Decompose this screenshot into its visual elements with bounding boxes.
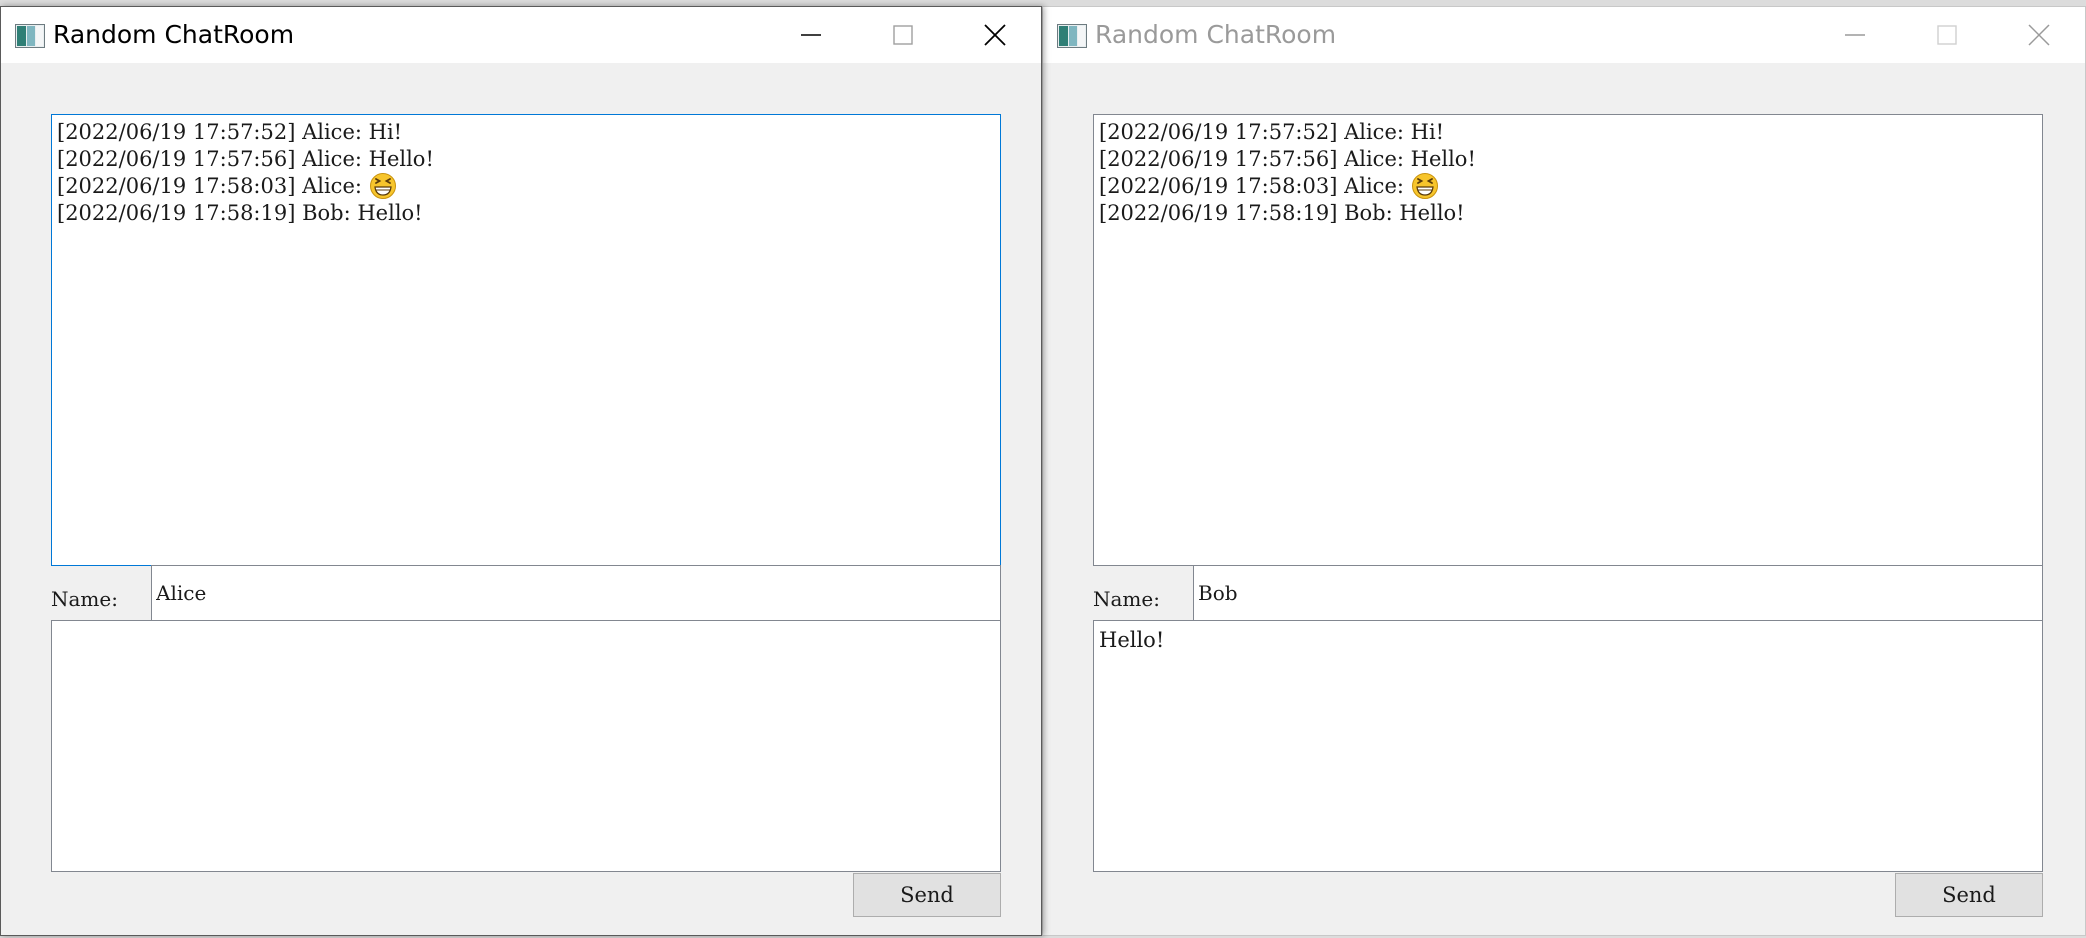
chat-message-text: [2022/06/19 17:57:56] Alice: Hello! — [57, 147, 434, 171]
maximize-button[interactable] — [1901, 7, 1993, 63]
app-icon — [15, 24, 45, 48]
grinning-squinting-face-icon — [369, 172, 396, 199]
chat-log[interactable]: [2022/06/19 17:57:52] Alice: Hi! [2022/0… — [1093, 114, 2043, 566]
window-title: Random ChatRoom — [53, 20, 295, 49]
chat-message: [2022/06/19 17:57:52] Alice: Hi! — [57, 119, 995, 146]
close-button[interactable] — [1993, 7, 2085, 63]
name-label: Name: — [1093, 587, 1160, 611]
name-input[interactable] — [151, 565, 1001, 621]
close-icon — [984, 24, 1006, 46]
minimize-icon — [801, 34, 821, 36]
title-bar[interactable]: Random ChatRoom — [1043, 7, 2085, 63]
chat-message-text: [2022/06/19 17:58:19] Bob: Hello! — [57, 201, 423, 225]
chat-message: [2022/06/19 17:58:03] Alice: — [57, 172, 995, 200]
send-button[interactable]: Send — [853, 873, 1001, 917]
chat-message: [2022/06/19 17:57:52] Alice: Hi! — [1099, 119, 2037, 146]
minimize-button[interactable] — [1809, 7, 1901, 63]
minimize-icon — [1845, 34, 1865, 36]
app-icon — [1057, 24, 1087, 48]
close-button[interactable] — [949, 7, 1041, 63]
chat-log[interactable]: [2022/06/19 17:57:52] Alice: Hi! [2022/0… — [51, 114, 1001, 566]
grinning-squinting-face-icon — [1411, 172, 1438, 199]
name-input[interactable] — [1193, 565, 2043, 621]
maximize-icon — [893, 25, 913, 45]
chat-window-alice: Random ChatRoom [2022/06/19 17:57:52] Al… — [0, 6, 1042, 936]
message-input[interactable]: Hello! — [1093, 620, 2043, 872]
minimize-button[interactable] — [765, 7, 857, 63]
title-bar[interactable]: Random ChatRoom — [1, 7, 1041, 63]
chat-message: [2022/06/19 17:57:56] Alice: Hello! — [1099, 146, 2037, 173]
maximize-icon — [1937, 25, 1957, 45]
chat-message: [2022/06/19 17:57:56] Alice: Hello! — [57, 146, 995, 173]
chat-message: [2022/06/19 17:58:19] Bob: Hello! — [57, 200, 995, 227]
chat-message-text: [2022/06/19 17:57:52] Alice: Hi! — [57, 120, 403, 144]
message-input[interactable] — [51, 620, 1001, 872]
maximize-button[interactable] — [857, 7, 949, 63]
chat-message-text: [2022/06/19 17:57:52] Alice: Hi! — [1099, 120, 1445, 144]
chat-message: [2022/06/19 17:58:19] Bob: Hello! — [1099, 200, 2037, 227]
close-icon — [2028, 24, 2050, 46]
chat-message-text: [2022/06/19 17:58:19] Bob: Hello! — [1099, 201, 1465, 225]
window-title: Random ChatRoom — [1095, 20, 1337, 49]
send-button[interactable]: Send — [1895, 873, 2043, 917]
name-label: Name: — [51, 587, 118, 611]
chat-window-bob: Random ChatRoom [2022/06/19 17:57:52] Al… — [1042, 6, 2086, 936]
chat-message-text: [2022/06/19 17:58:03] Alice: — [1099, 174, 1411, 198]
chat-message-text: [2022/06/19 17:57:56] Alice: Hello! — [1099, 147, 1476, 171]
chat-message: [2022/06/19 17:58:03] Alice: — [1099, 172, 2037, 200]
chat-message-text: [2022/06/19 17:58:03] Alice: — [57, 174, 369, 198]
